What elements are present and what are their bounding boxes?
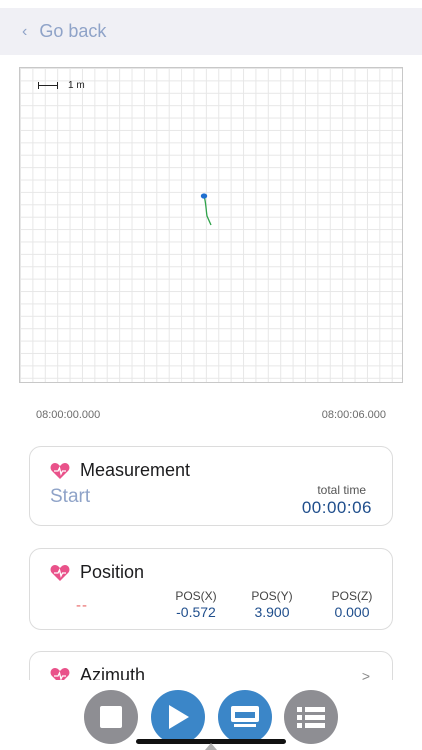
measurement-card: Measurement Start total time 00:00:06 (29, 446, 393, 526)
play-icon (169, 705, 189, 729)
position-title: Position (50, 562, 144, 583)
drawer-handle-icon[interactable] (205, 743, 217, 750)
monitor-icon (231, 706, 259, 727)
list-view-button[interactable] (284, 690, 338, 744)
end-timestamp: 08:00:06.000 (321, 409, 386, 421)
pos-x: POS(X) -0.572 (175, 589, 217, 620)
chevron-left-icon: ‹ (22, 22, 28, 40)
back-label: Go back (39, 21, 107, 41)
total-time-label: total time (317, 483, 366, 497)
position-card: Position -- POS(X) -0.572 POS(Y) 3.900 P… (29, 548, 393, 630)
start-timestamp: 08:00:00.000 (36, 409, 101, 421)
measurement-start-button[interactable]: Start (50, 486, 90, 508)
list-icon (297, 707, 325, 728)
trajectory-map[interactable]: 1 m (19, 67, 403, 383)
trajectory-track (200, 193, 212, 226)
total-time-value: 00:00:06 (301, 498, 372, 517)
position-status: -- (76, 597, 88, 614)
heart-pulse-icon (50, 462, 70, 479)
back-button[interactable]: ‹ Go back (22, 21, 106, 42)
pos-y: POS(Y) 3.900 (251, 589, 293, 620)
monitor-view-button[interactable] (218, 690, 272, 744)
measurement-title: Measurement (50, 460, 190, 481)
current-position-marker (200, 193, 208, 199)
heart-pulse-icon (50, 564, 70, 581)
stop-icon (100, 706, 122, 728)
pos-z: POS(Z) 0.000 (331, 589, 373, 620)
track-path (203, 195, 212, 226)
nav-bar: ‹ Go back (0, 8, 422, 55)
stop-button[interactable] (84, 690, 138, 744)
play-button[interactable] (151, 690, 205, 744)
